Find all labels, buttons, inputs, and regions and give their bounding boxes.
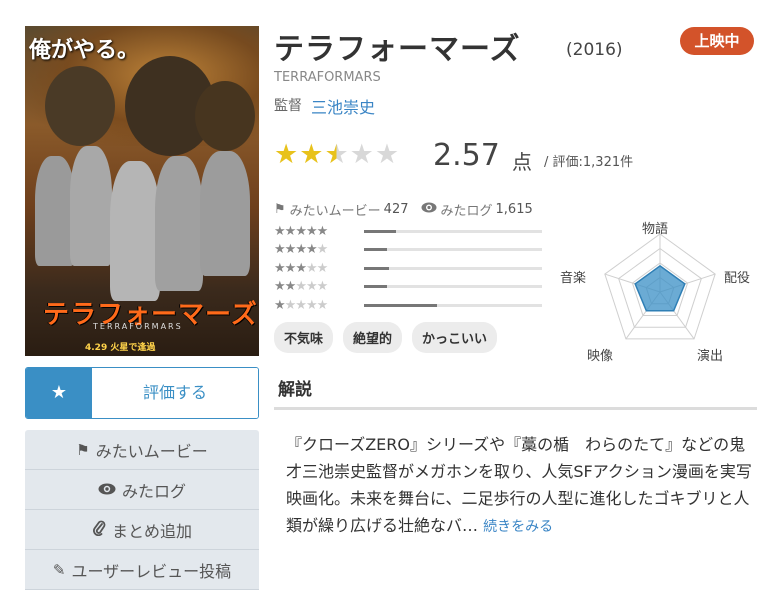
seen-number: 1,615 (495, 202, 533, 217)
synopsis: 『クローズZERO』シリーズや『藁の楯 わらのたて』などの鬼才三池崇史監督がメガ… (286, 431, 758, 541)
movie-poster[interactable]: 俺がやる。 テラフォーマーズ TERRAFORMARS 4.29 火星で逢過 (25, 26, 259, 356)
paperclip-icon (92, 520, 106, 540)
star-half-icon: ★ (324, 139, 349, 170)
add-collection-label: まとめ追加 (111, 521, 192, 541)
want-movie-button[interactable]: ⚑ みたいムービー (25, 430, 259, 470)
distribution-bar-fill (364, 229, 397, 233)
radar-chart: 物語 配役 演出 映像 音楽 (560, 212, 765, 372)
action-list: ⚑ みたいムービー みたログ まとめ追加 ✎ ユーザーレビュー投稿 (25, 430, 259, 590)
movie-year: (2016) (566, 40, 623, 60)
rating-stars: ★ ★ ★ ★ ★ (274, 141, 399, 169)
impression-tag[interactable]: 絶望的 (343, 322, 403, 353)
distribution-stars: ★★★★★ (274, 223, 328, 239)
poster-creature (45, 66, 115, 146)
distribution-bar-fill (364, 303, 437, 307)
impression-tag[interactable]: 不気味 (274, 322, 334, 353)
write-review-button[interactable]: ✎ ユーザーレビュー投稿 (25, 550, 259, 590)
radar-label-music: 音楽 (560, 271, 587, 286)
poster-figure (110, 161, 160, 301)
distribution-row: ★★★★★ (274, 222, 542, 241)
seen-count: みたログ 1,615 (421, 200, 533, 219)
distribution-bar (364, 248, 542, 252)
radar-label-cast: 配役 (724, 271, 751, 286)
impression-tags: 不気味 絶望的 かっこいい (274, 322, 498, 353)
distribution-bar (364, 303, 542, 307)
star-empty-icon: ★ (374, 139, 400, 170)
section-divider (274, 407, 757, 410)
distribution-bar (364, 285, 542, 289)
movie-title: テラフォーマーズ (274, 32, 521, 67)
status-badge: 上映中 (680, 27, 754, 55)
distribution-stars: ★★★★★ (274, 242, 328, 258)
read-more-link[interactable]: 続きをみる (483, 519, 553, 535)
distribution-row: ★★★★★ (274, 296, 542, 315)
eye-icon (98, 481, 116, 499)
director-link[interactable]: 三池崇史 (311, 94, 375, 118)
radar-label-visual: 映像 (587, 349, 614, 364)
evaluation-count: / 評価:1,321件 (544, 155, 634, 170)
eye-icon (421, 202, 437, 217)
want-number: 427 (383, 202, 409, 217)
distribution-row: ★★★★★ (274, 278, 542, 297)
user-counts: ⚑ みたいムービー 427 みたログ 1,615 (274, 200, 545, 219)
rate-button-label: 評価する (92, 368, 258, 418)
want-movie-label: みたいムービー (95, 441, 208, 461)
flag-icon: ⚑ (76, 440, 90, 459)
distribution-bar (364, 229, 542, 233)
poster-title-en: TERRAFORMARS (93, 322, 183, 331)
distribution-stars: ★★★★★ (274, 260, 328, 276)
radar-label-story: 物語 (642, 222, 669, 237)
want-label: みたいムービー (289, 204, 381, 219)
rating-distribution: ★★★★★ ★★★★★ ★★★★★ ★★★★★ ★★★★★ (274, 222, 542, 315)
seen-label: みたログ (440, 204, 493, 219)
director-label: 監督 (274, 98, 302, 114)
rating-unit: 点 (512, 150, 532, 174)
seen-log-label: みたログ (121, 481, 186, 501)
poster-figure (200, 151, 250, 276)
star-icon: ★ (299, 139, 324, 170)
poster-figure (70, 146, 112, 266)
write-review-label: ユーザーレビュー投稿 (71, 561, 232, 581)
impression-tag[interactable]: かっこいい (412, 322, 498, 353)
distribution-stars: ★★★★★ (274, 279, 328, 295)
distribution-row: ★★★★★ (274, 259, 542, 278)
distribution-stars: ★★★★★ (274, 297, 328, 313)
distribution-bar-fill (364, 248, 388, 252)
star-icon: ★ (274, 139, 299, 170)
star-icon: ★ (26, 368, 92, 418)
poster-creature (195, 81, 255, 151)
flag-icon: ⚑ (274, 202, 286, 217)
section-heading: 解説 (278, 380, 312, 400)
original-title: TERRAFORMARS (274, 70, 381, 85)
poster-tagline: 俺がやる。 (29, 38, 140, 63)
rating-score: 2.57 (433, 138, 500, 173)
want-count: ⚑ みたいムービー 427 (274, 200, 409, 219)
poster-release: 4.29 火星で逢過 (85, 343, 156, 353)
distribution-bar-fill (364, 285, 388, 289)
pencil-icon: ✎ (52, 560, 66, 579)
distribution-bar (364, 266, 542, 270)
poster-figure (35, 156, 75, 266)
seen-log-button[interactable]: みたログ (25, 470, 259, 510)
radar-value-area (634, 264, 686, 312)
poster-figure (155, 156, 203, 291)
radar-label-direction: 演出 (697, 349, 724, 364)
add-collection-button[interactable]: まとめ追加 (25, 510, 259, 550)
distribution-row: ★★★★★ (274, 241, 542, 260)
distribution-bar-fill (364, 266, 389, 270)
star-empty-icon: ★ (349, 139, 374, 170)
rate-button[interactable]: ★ 評価する (25, 367, 259, 419)
